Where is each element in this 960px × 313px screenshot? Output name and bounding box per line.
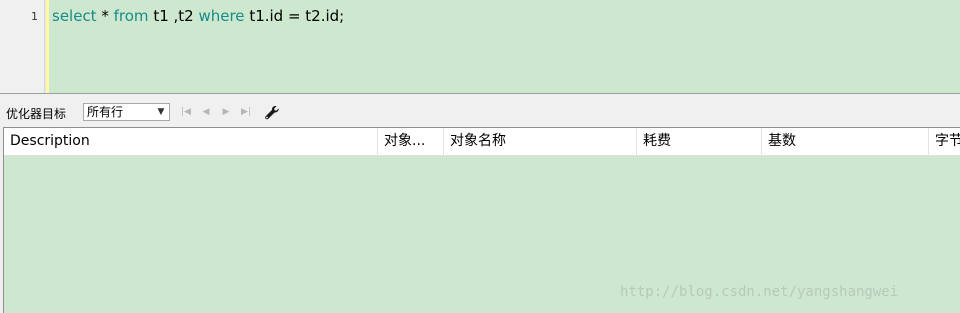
- column-header-object-name[interactable]: 对象名称: [444, 128, 637, 155]
- code-text: *: [96, 7, 114, 25]
- prev-icon[interactable]: ◀: [199, 105, 213, 119]
- column-header-description[interactable]: Description: [4, 128, 378, 155]
- code-area[interactable]: select * from t1 ,t2 where t1.id = t2.id…: [49, 0, 960, 93]
- keyword-select: select: [52, 7, 97, 25]
- column-header-object-type[interactable]: 对象...: [378, 128, 444, 155]
- line-number-gutter: 1: [0, 0, 45, 93]
- grid-header: Description 对象... 对象名称 耗费 基数 字节: [4, 128, 960, 156]
- optimizer-goal-select[interactable]: 所有行 ▼: [83, 103, 170, 121]
- keyword-from: from: [113, 7, 149, 25]
- optimizer-goal-value: 所有行: [87, 105, 124, 119]
- code-text: t1 ,t2: [148, 7, 199, 25]
- last-icon[interactable]: ▶|: [239, 105, 253, 119]
- next-icon[interactable]: ▶: [219, 105, 233, 119]
- keyword-where: where: [198, 7, 245, 25]
- code-text: t1.id = t2.id;: [244, 7, 345, 25]
- column-header-bytes[interactable]: 字节: [929, 128, 960, 155]
- watermark-text: http://blog.csdn.net/yangshangwei: [620, 284, 899, 300]
- column-header-cost[interactable]: 耗费: [637, 128, 762, 155]
- code-line[interactable]: select * from t1 ,t2 where t1.id = t2.id…: [52, 7, 344, 25]
- column-header-cardinality[interactable]: 基数: [762, 128, 929, 155]
- wrench-icon[interactable]: [263, 104, 279, 120]
- line-number: 1: [31, 10, 38, 23]
- first-icon[interactable]: |◀: [179, 105, 193, 119]
- sql-editor[interactable]: 1 select * from t1 ,t2 where t1.id = t2.…: [0, 0, 960, 94]
- chevron-down-icon[interactable]: ▼: [153, 104, 169, 120]
- explain-toolbar: 优化器目标 所有行 ▼ |◀ ◀ ▶ ▶|: [0, 99, 960, 127]
- optimizer-goal-label: 优化器目标: [6, 107, 67, 121]
